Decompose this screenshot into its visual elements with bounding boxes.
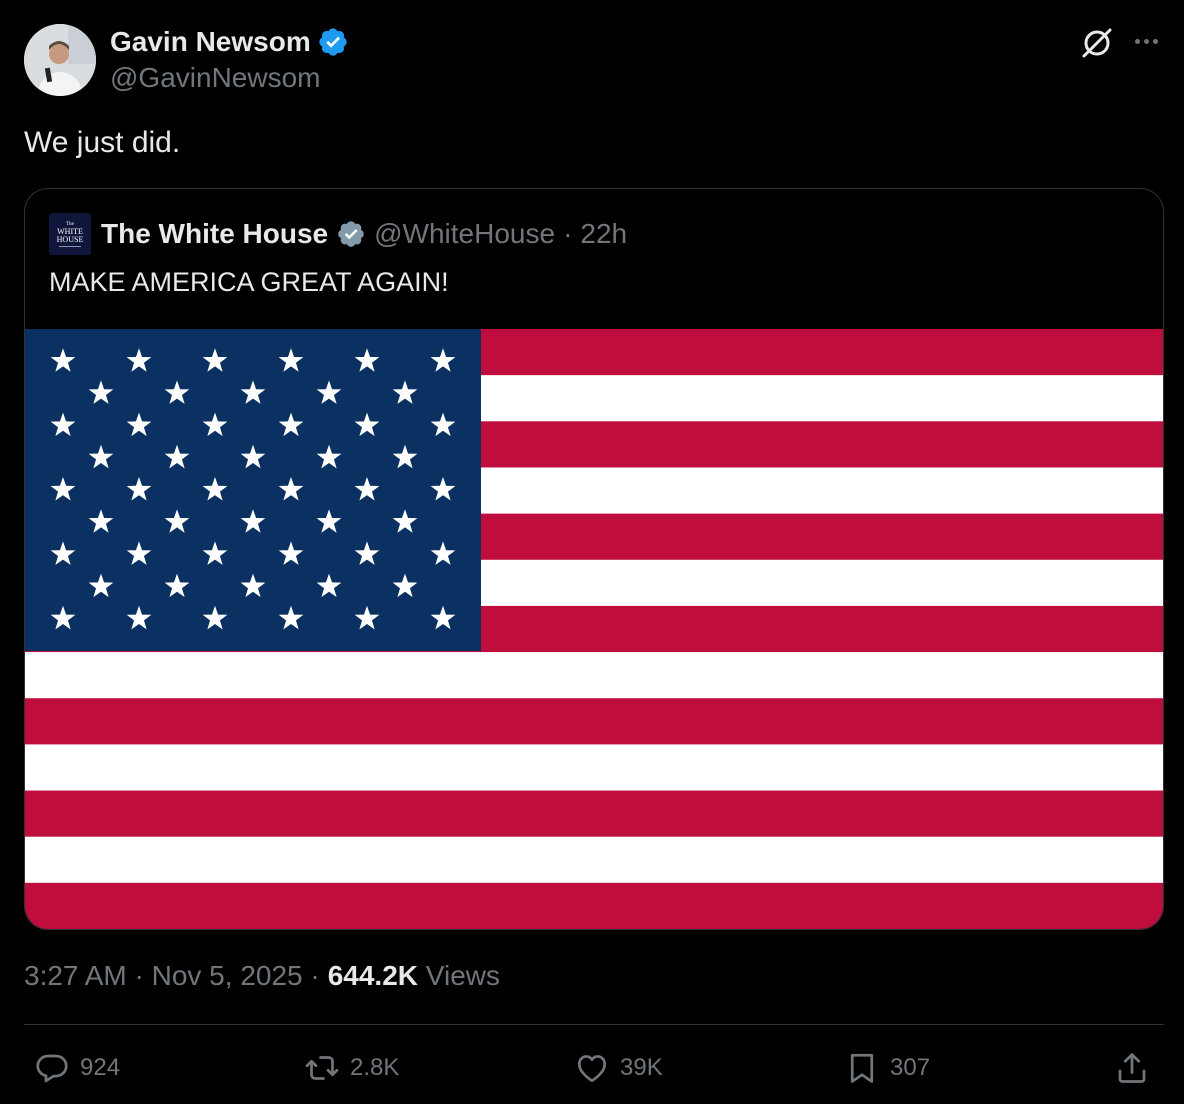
share-button[interactable]: [1114, 1046, 1150, 1090]
reply-count: 924: [80, 1054, 121, 1081]
bookmark-button[interactable]: 307: [844, 1046, 930, 1090]
american-flag-image[interactable]: [25, 329, 1163, 929]
post-meta: 3:27 AM · Nov 5, 2025 · 644.2K Views: [24, 960, 500, 992]
repost-button[interactable]: 2.8K: [304, 1046, 399, 1090]
separator-dot: ·: [563, 218, 573, 249]
repost-icon: [305, 1056, 339, 1080]
verified-badge-icon: [338, 221, 364, 247]
author-handle[interactable]: @GavinNewsom: [110, 62, 320, 94]
quoted-post[interactable]: The WHITE HOUSE The White House @WhiteHo…: [24, 188, 1164, 930]
post-timestamp[interactable]: 3:27 AM · Nov 5, 2025 ·: [24, 960, 320, 992]
verified-badge-icon: [319, 28, 347, 56]
flag-red-stripe: [25, 790, 1163, 838]
flag-red-stripe: [25, 882, 1163, 929]
like-count: 39K: [620, 1054, 663, 1081]
divider: [24, 1024, 1164, 1025]
quoted-author-avatar[interactable]: The WHITE HOUSE: [49, 213, 91, 255]
like-icon: [577, 1055, 607, 1083]
flag-red-stripe: [25, 698, 1163, 745]
flag-white-stripe: [25, 836, 1163, 884]
share-icon: [1118, 1053, 1146, 1083]
flag-white-stripe: [25, 744, 1163, 792]
quoted-author-name[interactable]: The White House: [101, 218, 328, 250]
post-text: We just did.: [24, 126, 181, 159]
quoted-author-handle[interactable]: @WhiteHouse: [374, 218, 555, 250]
views-label: Views: [425, 960, 500, 991]
author-name-text[interactable]: Gavin Newsom: [110, 26, 311, 58]
bookmark-icon: [850, 1053, 874, 1083]
reply-icon: [36, 1054, 68, 1083]
like-button[interactable]: 39K: [574, 1046, 663, 1090]
author-name[interactable]: Gavin Newsom: [110, 26, 349, 58]
flag-white-stripe: [25, 652, 1163, 699]
reply-button[interactable]: 924: [34, 1046, 120, 1090]
grok-icon[interactable]: [1080, 26, 1114, 60]
bookmark-count: 307: [890, 1054, 931, 1081]
author-avatar[interactable]: [24, 24, 96, 96]
more-icon[interactable]: [1128, 26, 1164, 56]
repost-count: 2.8K: [350, 1054, 400, 1081]
quoted-post-text: MAKE AMERICA GREAT AGAIN!: [49, 267, 449, 297]
quoted-post-header: The White House @WhiteHouse · 22h: [101, 217, 627, 251]
quoted-post-time[interactable]: 22h: [580, 218, 627, 250]
views-count: 644.2K: [327, 960, 419, 991]
